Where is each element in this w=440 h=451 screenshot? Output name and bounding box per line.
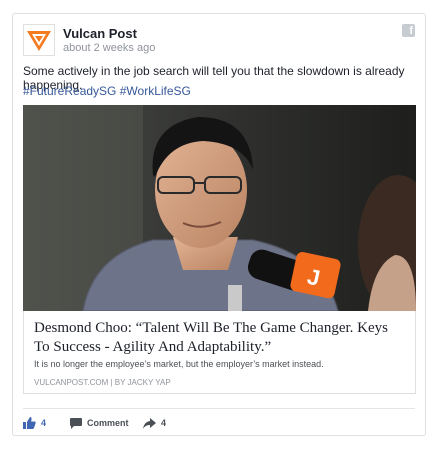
post-timestamp[interactable]: about 2 weeks ago xyxy=(63,42,155,54)
post-card: Vulcan Post about 2 weeks ago f Some act… xyxy=(12,13,426,436)
comment-label: Comment xyxy=(87,418,129,428)
link-title[interactable]: Desmond Choo: “Talent Will Be The Game C… xyxy=(34,319,405,357)
link-author: JACKY YAP xyxy=(127,378,171,387)
share-button[interactable]: 4 xyxy=(143,415,166,431)
speaker-photo: J xyxy=(23,105,416,311)
source-separator: | xyxy=(110,378,113,387)
link-source: VULCANPOST.COM | BY JACKY YAP xyxy=(34,378,171,387)
actions-divider xyxy=(23,408,415,409)
link-description: It is no longer the employee’s market, b… xyxy=(34,359,324,369)
hashtag-link[interactable]: #WorkLifeSG xyxy=(120,84,191,98)
link-preview-photo[interactable]: J xyxy=(23,105,416,311)
page-name-link[interactable]: Vulcan Post xyxy=(63,26,137,41)
like-count: 4 xyxy=(41,418,47,428)
vulcan-post-logo-icon xyxy=(27,31,51,51)
comment-bubble-icon xyxy=(70,417,82,429)
like-button[interactable]: 4 xyxy=(23,415,46,431)
page-avatar[interactable] xyxy=(23,24,55,56)
share-arrow-icon xyxy=(143,417,156,429)
post-hashtags: #FutureReadySG #WorkLifeSG xyxy=(23,84,191,98)
post-header: Vulcan Post about 2 weeks ago f xyxy=(23,24,415,58)
link-domain: VULCANPOST.COM xyxy=(34,378,109,387)
link-preview-info[interactable]: Desmond Choo: “Talent Will Be The Game C… xyxy=(23,311,416,394)
hashtag-link[interactable]: #FutureReadySG xyxy=(23,84,116,98)
facebook-icon[interactable]: f xyxy=(402,24,415,37)
comment-button[interactable]: Comment xyxy=(70,415,129,431)
share-count: 4 xyxy=(161,418,167,428)
by-label: BY xyxy=(114,378,126,387)
thumbs-up-icon xyxy=(23,417,36,429)
